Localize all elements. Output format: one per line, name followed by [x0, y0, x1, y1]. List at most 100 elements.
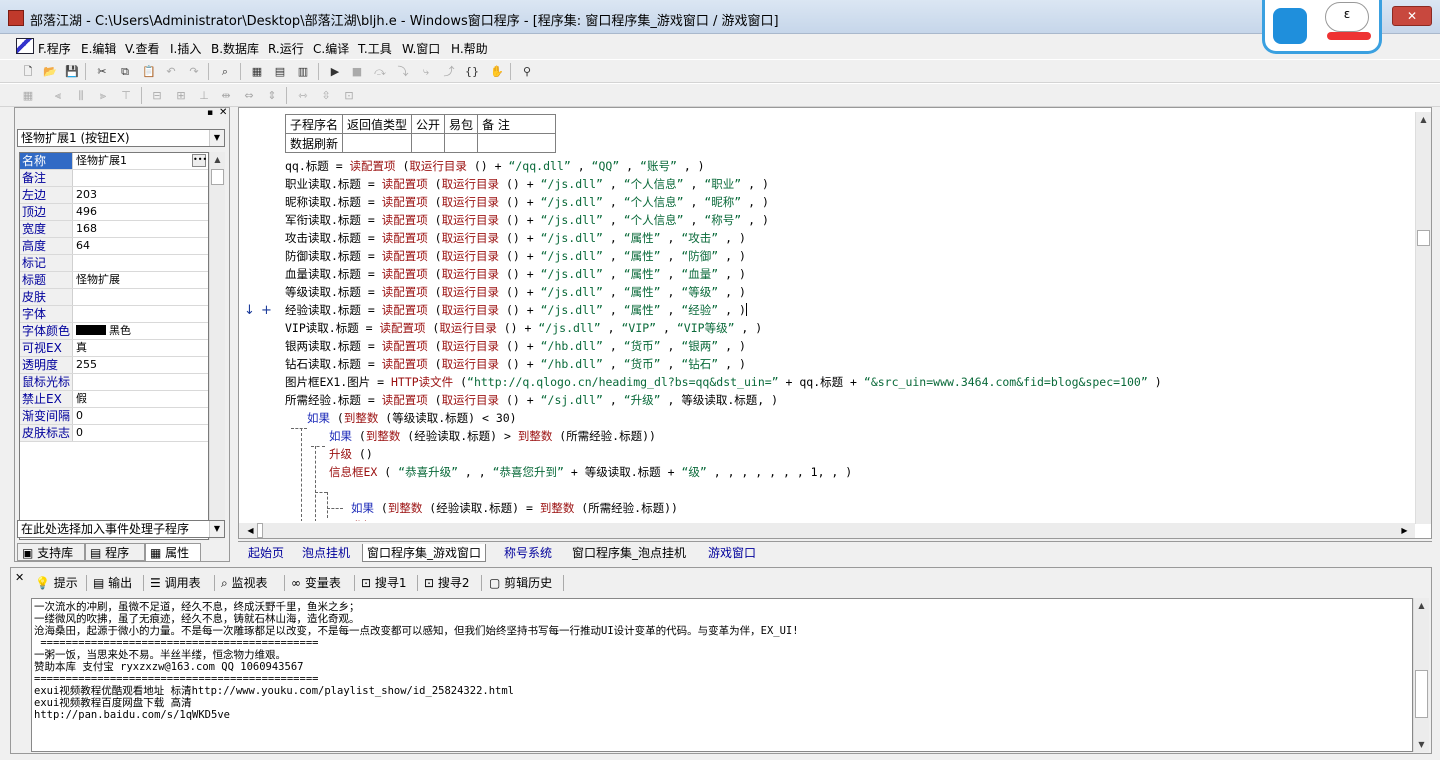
- scroll-up-icon[interactable]: ▲: [1414, 598, 1429, 613]
- property-value[interactable]: 假: [73, 391, 208, 407]
- tab-watch[interactable]: ⌕ 监视表: [219, 573, 268, 593]
- undo-icon[interactable]: ↶: [162, 63, 180, 80]
- window-close-button[interactable]: ✕: [1392, 6, 1432, 26]
- pin-icon[interactable]: ▪: [207, 108, 213, 118]
- tab-call-table[interactable]: ☰ 调用表: [148, 573, 201, 593]
- event-select[interactable]: 在此处选择加入事件处理子程序 ▼: [17, 520, 225, 538]
- code-line[interactable]: 如果 (到整数 (等级读取.标题) < 30): [307, 409, 517, 427]
- tab-hint[interactable]: 💡 提示: [33, 573, 78, 593]
- property-row[interactable]: 渐变间隔 0: [20, 408, 208, 425]
- center-horizontal-icon[interactable]: ⊟: [148, 87, 166, 104]
- tab-output[interactable]: ▤ 输出: [91, 573, 132, 593]
- code-line[interactable]: 军衔读取.标题 = 读配置项 (取运行目录 () + “/js.dll” , “…: [285, 211, 769, 229]
- scroll-thumb[interactable]: [257, 523, 263, 538]
- code-line[interactable]: 升级 (): [351, 517, 395, 521]
- editor-vscrollbar[interactable]: ▲: [1415, 112, 1431, 524]
- code-line[interactable]: 升级 (): [329, 445, 373, 463]
- property-scrollbar[interactable]: ▲ ▼: [209, 152, 225, 540]
- property-value[interactable]: [73, 170, 208, 186]
- code-line[interactable]: 血量读取.标题 = 读配置项 (取运行目录 () + “/js.dll” , “…: [285, 265, 746, 283]
- code-line[interactable]: 防御读取.标题 = 读配置项 (取运行目录 () + “/js.dll” , “…: [285, 247, 746, 265]
- property-value[interactable]: 496: [73, 204, 208, 220]
- menu-tools[interactable]: T.工具: [358, 40, 392, 57]
- chevron-down-icon[interactable]: ▼: [209, 521, 224, 537]
- code-line[interactable]: VIP读取.标题 = 读配置项 (取运行目录 () + “/js.dll” , …: [285, 319, 762, 337]
- property-value[interactable]: 0: [73, 425, 208, 441]
- code-area[interactable]: 子程序名 返回值类型 公开 易包 备 注 数据刷新 qq.标题 = 读配置项 (…: [285, 108, 1409, 521]
- scroll-down-icon[interactable]: ▼: [1414, 737, 1429, 752]
- menu-window[interactable]: W.窗口: [402, 40, 440, 57]
- step-icon[interactable]: ⤼: [371, 63, 389, 80]
- spacing-v-icon[interactable]: ⇳: [317, 87, 335, 104]
- run-to-cursor-icon[interactable]: {}: [463, 63, 481, 80]
- property-row[interactable]: 左边 203: [20, 187, 208, 204]
- table-cell[interactable]: [444, 133, 479, 153]
- tab-start-page[interactable]: 起始页: [244, 544, 288, 562]
- property-value[interactable]: 203: [73, 187, 208, 203]
- property-row[interactable]: 皮肤: [20, 289, 208, 306]
- code-line[interactable]: 等级读取.标题 = 读配置项 (取运行目录 () + “/js.dll” , “…: [285, 283, 746, 301]
- output-scrollbar[interactable]: ▲ ▼: [1413, 598, 1429, 752]
- layout-2-icon[interactable]: ▤: [271, 63, 289, 80]
- same-size-icon[interactable]: ⇔: [240, 87, 258, 104]
- align-right-icon[interactable]: ⫸: [94, 87, 112, 104]
- align-bottom-icon[interactable]: ⊥: [195, 87, 213, 104]
- property-row[interactable]: 标记: [20, 255, 208, 272]
- code-line[interactable]: 银两读取.标题 = 读配置项 (取运行目录 () + “/hb.dll” , “…: [285, 337, 746, 355]
- scroll-thumb[interactable]: [1415, 670, 1428, 718]
- binoculars-icon[interactable]: ⚲: [518, 63, 536, 80]
- property-row[interactable]: 标题 怪物扩展: [20, 272, 208, 289]
- scroll-right-icon[interactable]: ▶: [1397, 523, 1412, 538]
- table-cell[interactable]: [477, 133, 557, 153]
- open-folder-icon[interactable]: 📂: [41, 63, 59, 80]
- code-line[interactable]: 所需经验.标题 = 读配置项 (取运行目录 () + “/sj.dll” , “…: [285, 391, 778, 409]
- center-vertical-icon[interactable]: ⊞: [172, 87, 190, 104]
- menu-compile[interactable]: C.编译: [313, 40, 349, 57]
- spacing-h-icon[interactable]: ⇿: [294, 87, 312, 104]
- code-line[interactable]: 信息框EX ( “恭喜升级” , , “恭喜您升到” + 等级读取.标题 + “…: [329, 463, 852, 481]
- align-top-icon[interactable]: ⊤: [117, 87, 135, 104]
- code-line[interactable]: 职业读取.标题 = 读配置项 (取运行目录 () + “/js.dll” , “…: [285, 175, 769, 193]
- code-line[interactable]: 图片框EX1.图片 = HTTP读文件 (“http://q.qlogo.cn/…: [285, 373, 1162, 391]
- menu-insert[interactable]: I.插入: [170, 40, 201, 57]
- component-select[interactable]: 怪物扩展1 (按钮EX) ▼: [17, 129, 225, 147]
- property-value[interactable]: [73, 374, 208, 390]
- property-row[interactable]: 名称 怪物扩展1 •••: [20, 153, 208, 170]
- center-form-icon[interactable]: ⊡: [340, 87, 358, 104]
- close-icon[interactable]: ✕: [219, 107, 227, 118]
- step-out-icon[interactable]: ⤴: [440, 63, 458, 80]
- tab-search-2[interactable]: ⊡ 搜寻2: [422, 573, 470, 593]
- property-value[interactable]: [73, 306, 208, 322]
- property-row[interactable]: 宽度 168: [20, 221, 208, 238]
- tab-support-library[interactable]: ▣ 支持库: [17, 543, 85, 561]
- scroll-thumb[interactable]: [211, 169, 224, 185]
- hand-icon[interactable]: ✋: [488, 63, 506, 80]
- save-icon[interactable]: 💾: [63, 63, 81, 80]
- menu-program[interactable]: F.程序: [38, 40, 71, 57]
- tab-clip-history[interactable]: ▢ 剪辑历史: [487, 573, 552, 593]
- cut-icon[interactable]: ✂: [93, 63, 111, 80]
- tab-bubble-afk-assembly[interactable]: 窗口程序集_泡点挂机: [568, 544, 690, 562]
- property-row[interactable]: 鼠标光标: [20, 374, 208, 391]
- scroll-thumb[interactable]: [1417, 230, 1430, 246]
- code-line[interactable]: 昵称读取.标题 = 读配置项 (取运行目录 () + “/js.dll” , “…: [285, 193, 769, 211]
- code-line[interactable]: 钻石读取.标题 = 读配置项 (取运行目录 () + “/hb.dll” , “…: [285, 355, 746, 373]
- menu-edit[interactable]: E.编辑: [81, 40, 116, 57]
- tab-variables[interactable]: ∞ 变量表: [289, 573, 341, 593]
- new-file-icon[interactable]: 🗋: [19, 63, 37, 80]
- property-value[interactable]: 真: [73, 340, 208, 356]
- property-row[interactable]: 备注: [20, 170, 208, 187]
- redo-icon[interactable]: ↷: [185, 63, 203, 80]
- tab-game-window-assembly[interactable]: 窗口程序集_游戏窗口: [362, 544, 487, 562]
- mascot-widget[interactable]: ε: [1262, 0, 1382, 54]
- copy-icon[interactable]: ⧉: [116, 63, 134, 80]
- same-width-icon[interactable]: ⇹: [217, 87, 235, 104]
- property-value[interactable]: 168: [73, 221, 208, 237]
- code-line[interactable]: 攻击读取.标题 = 读配置项 (取运行目录 () + “/js.dll” , “…: [285, 229, 746, 247]
- editor-hscrollbar[interactable]: ◀ ▶: [239, 523, 1415, 538]
- property-row[interactable]: 禁止EX 假: [20, 391, 208, 408]
- property-row[interactable]: 透明度 255: [20, 357, 208, 374]
- tab-game-window[interactable]: 游戏窗口: [704, 544, 760, 562]
- align-left-icon[interactable]: ⫷: [49, 87, 67, 104]
- property-row[interactable]: 高度 64: [20, 238, 208, 255]
